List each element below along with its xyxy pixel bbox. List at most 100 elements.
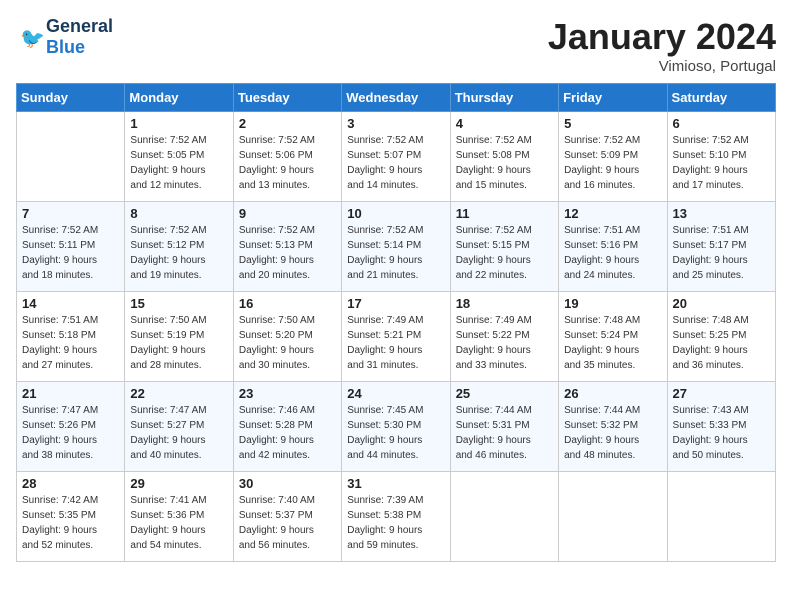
day-info: Sunrise: 7:52 AMSunset: 5:10 PMDaylight:… bbox=[673, 133, 770, 193]
week-row-1: 1Sunrise: 7:52 AMSunset: 5:05 PMDaylight… bbox=[17, 112, 776, 202]
day-info: Sunrise: 7:52 AMSunset: 5:14 PMDaylight:… bbox=[347, 223, 444, 283]
logo-general-text: General bbox=[46, 16, 113, 36]
day-number: 3 bbox=[347, 116, 444, 131]
day-info: Sunrise: 7:52 AMSunset: 5:07 PMDaylight:… bbox=[347, 133, 444, 193]
calendar-cell: 7 Sunrise: 7:52 AMSunset: 5:11 PMDaylight… bbox=[17, 202, 125, 292]
day-number: 23 bbox=[239, 386, 336, 401]
week-row-3: 14Sunrise: 7:51 AMSunset: 5:18 PMDayligh… bbox=[17, 292, 776, 382]
col-header-friday: Friday bbox=[559, 84, 667, 112]
calendar-cell: 26 Sunrise: 7:44 AMSunset: 5:32 PMDayligh… bbox=[559, 382, 667, 472]
day-number: 24 bbox=[347, 386, 444, 401]
day-info: Sunrise: 7:41 AMSunset: 5:36 PMDaylight:… bbox=[130, 493, 227, 553]
day-number: 13 bbox=[673, 206, 770, 221]
day-number: 31 bbox=[347, 476, 444, 491]
day-info: Sunrise: 7:52 AMSunset: 5:05 PMDaylight:… bbox=[130, 133, 227, 193]
calendar-cell: 2 Sunrise: 7:52 AMSunset: 5:06 PMDaylight… bbox=[233, 112, 341, 202]
header-row: SundayMondayTuesdayWednesdayThursdayFrid… bbox=[17, 84, 776, 112]
day-info: Sunrise: 7:52 AMSunset: 5:12 PMDaylight:… bbox=[130, 223, 227, 283]
day-number: 16 bbox=[239, 296, 336, 311]
calendar-cell: 1Sunrise: 7:52 AMSunset: 5:05 PMDaylight… bbox=[125, 112, 233, 202]
calendar-cell bbox=[559, 472, 667, 562]
day-info: Sunrise: 7:42 AMSunset: 5:35 PMDaylight:… bbox=[22, 493, 119, 553]
calendar-cell: 25 Sunrise: 7:44 AMSunset: 5:31 PMDayligh… bbox=[450, 382, 558, 472]
day-info: Sunrise: 7:47 AMSunset: 5:26 PMDaylight:… bbox=[22, 403, 119, 463]
day-info: Sunrise: 7:44 AMSunset: 5:32 PMDaylight:… bbox=[564, 403, 661, 463]
day-info: Sunrise: 7:52 AMSunset: 5:15 PMDaylight:… bbox=[456, 223, 553, 283]
calendar-cell: 14Sunrise: 7:51 AMSunset: 5:18 PMDayligh… bbox=[17, 292, 125, 382]
calendar-cell: 16 Sunrise: 7:50 AMSunset: 5:20 PMDayligh… bbox=[233, 292, 341, 382]
day-info: Sunrise: 7:52 AMSunset: 5:11 PMDaylight:… bbox=[22, 223, 119, 283]
col-header-saturday: Saturday bbox=[667, 84, 775, 112]
calendar-cell: 19 Sunrise: 7:48 AMSunset: 5:24 PMDayligh… bbox=[559, 292, 667, 382]
calendar-cell: 31Sunrise: 7:39 AMSunset: 5:38 PMDayligh… bbox=[342, 472, 450, 562]
calendar-cell: 15 Sunrise: 7:50 AMSunset: 5:19 PMDayligh… bbox=[125, 292, 233, 382]
day-number: 17 bbox=[347, 296, 444, 311]
day-number: 15 bbox=[130, 296, 227, 311]
day-info: Sunrise: 7:52 AMSunset: 5:08 PMDaylight:… bbox=[456, 133, 553, 193]
logo-blue-text: Blue bbox=[46, 37, 85, 57]
col-header-wednesday: Wednesday bbox=[342, 84, 450, 112]
day-number: 30 bbox=[239, 476, 336, 491]
day-number: 14 bbox=[22, 296, 119, 311]
day-number: 4 bbox=[456, 116, 553, 131]
day-info: Sunrise: 7:51 AMSunset: 5:16 PMDaylight:… bbox=[564, 223, 661, 283]
location-title: Vimioso, Portugal bbox=[548, 58, 776, 75]
day-info: Sunrise: 7:52 AMSunset: 5:13 PMDaylight:… bbox=[239, 223, 336, 283]
calendar-cell bbox=[450, 472, 558, 562]
col-header-thursday: Thursday bbox=[450, 84, 558, 112]
logo: 🐦 General Blue bbox=[16, 16, 113, 58]
day-number: 2 bbox=[239, 116, 336, 131]
calendar-cell: 22Sunrise: 7:47 AMSunset: 5:27 PMDayligh… bbox=[125, 382, 233, 472]
calendar-cell: 6 Sunrise: 7:52 AMSunset: 5:10 PMDaylight… bbox=[667, 112, 775, 202]
day-number: 29 bbox=[130, 476, 227, 491]
day-number: 22 bbox=[130, 386, 227, 401]
week-row-4: 21 Sunrise: 7:47 AMSunset: 5:26 PMDayligh… bbox=[17, 382, 776, 472]
calendar-cell: 27Sunrise: 7:43 AMSunset: 5:33 PMDayligh… bbox=[667, 382, 775, 472]
day-number: 27 bbox=[673, 386, 770, 401]
calendar-cell: 24Sunrise: 7:45 AMSunset: 5:30 PMDayligh… bbox=[342, 382, 450, 472]
page-header: 🐦 General Blue January 2024 Vimioso, Por… bbox=[16, 16, 776, 75]
calendar-cell: 5Sunrise: 7:52 AMSunset: 5:09 PMDaylight… bbox=[559, 112, 667, 202]
month-title: January 2024 bbox=[548, 16, 776, 58]
day-number: 9 bbox=[239, 206, 336, 221]
calendar-cell: 23 Sunrise: 7:46 AMSunset: 5:28 PMDayligh… bbox=[233, 382, 341, 472]
day-number: 8 bbox=[130, 206, 227, 221]
week-row-5: 28 Sunrise: 7:42 AMSunset: 5:35 PMDayligh… bbox=[17, 472, 776, 562]
calendar-cell: 18Sunrise: 7:49 AMSunset: 5:22 PMDayligh… bbox=[450, 292, 558, 382]
day-info: Sunrise: 7:50 AMSunset: 5:19 PMDaylight:… bbox=[130, 313, 227, 373]
day-number: 20 bbox=[673, 296, 770, 311]
day-number: 6 bbox=[673, 116, 770, 131]
calendar-cell: 30 Sunrise: 7:40 AMSunset: 5:37 PMDayligh… bbox=[233, 472, 341, 562]
day-number: 28 bbox=[22, 476, 119, 491]
day-number: 25 bbox=[456, 386, 553, 401]
day-number: 19 bbox=[564, 296, 661, 311]
col-header-tuesday: Tuesday bbox=[233, 84, 341, 112]
day-info: Sunrise: 7:40 AMSunset: 5:37 PMDaylight:… bbox=[239, 493, 336, 553]
calendar-cell: 28 Sunrise: 7:42 AMSunset: 5:35 PMDayligh… bbox=[17, 472, 125, 562]
day-info: Sunrise: 7:50 AMSunset: 5:20 PMDaylight:… bbox=[239, 313, 336, 373]
day-info: Sunrise: 7:52 AMSunset: 5:06 PMDaylight:… bbox=[239, 133, 336, 193]
day-number: 26 bbox=[564, 386, 661, 401]
day-info: Sunrise: 7:44 AMSunset: 5:31 PMDaylight:… bbox=[456, 403, 553, 463]
calendar-cell: 13 Sunrise: 7:51 AMSunset: 5:17 PMDayligh… bbox=[667, 202, 775, 292]
day-info: Sunrise: 7:51 AMSunset: 5:17 PMDaylight:… bbox=[673, 223, 770, 283]
calendar-cell bbox=[17, 112, 125, 202]
day-number: 7 bbox=[22, 206, 119, 221]
day-info: Sunrise: 7:48 AMSunset: 5:25 PMDaylight:… bbox=[673, 313, 770, 373]
calendar-cell: 29 Sunrise: 7:41 AMSunset: 5:36 PMDayligh… bbox=[125, 472, 233, 562]
day-number: 21 bbox=[22, 386, 119, 401]
calendar-cell: 21 Sunrise: 7:47 AMSunset: 5:26 PMDayligh… bbox=[17, 382, 125, 472]
day-number: 11 bbox=[456, 206, 553, 221]
day-info: Sunrise: 7:49 AMSunset: 5:21 PMDaylight:… bbox=[347, 313, 444, 373]
day-number: 5 bbox=[564, 116, 661, 131]
calendar-cell: 10Sunrise: 7:52 AMSunset: 5:14 PMDayligh… bbox=[342, 202, 450, 292]
day-info: Sunrise: 7:48 AMSunset: 5:24 PMDaylight:… bbox=[564, 313, 661, 373]
calendar-cell: 4 Sunrise: 7:52 AMSunset: 5:08 PMDaylight… bbox=[450, 112, 558, 202]
calendar-cell: 8 Sunrise: 7:52 AMSunset: 5:12 PMDaylight… bbox=[125, 202, 233, 292]
title-area: January 2024 Vimioso, Portugal bbox=[548, 16, 776, 75]
calendar-table: SundayMondayTuesdayWednesdayThursdayFrid… bbox=[16, 83, 776, 562]
logo-icon: 🐦 bbox=[18, 23, 46, 51]
week-row-2: 7 Sunrise: 7:52 AMSunset: 5:11 PMDaylight… bbox=[17, 202, 776, 292]
col-header-monday: Monday bbox=[125, 84, 233, 112]
day-info: Sunrise: 7:46 AMSunset: 5:28 PMDaylight:… bbox=[239, 403, 336, 463]
